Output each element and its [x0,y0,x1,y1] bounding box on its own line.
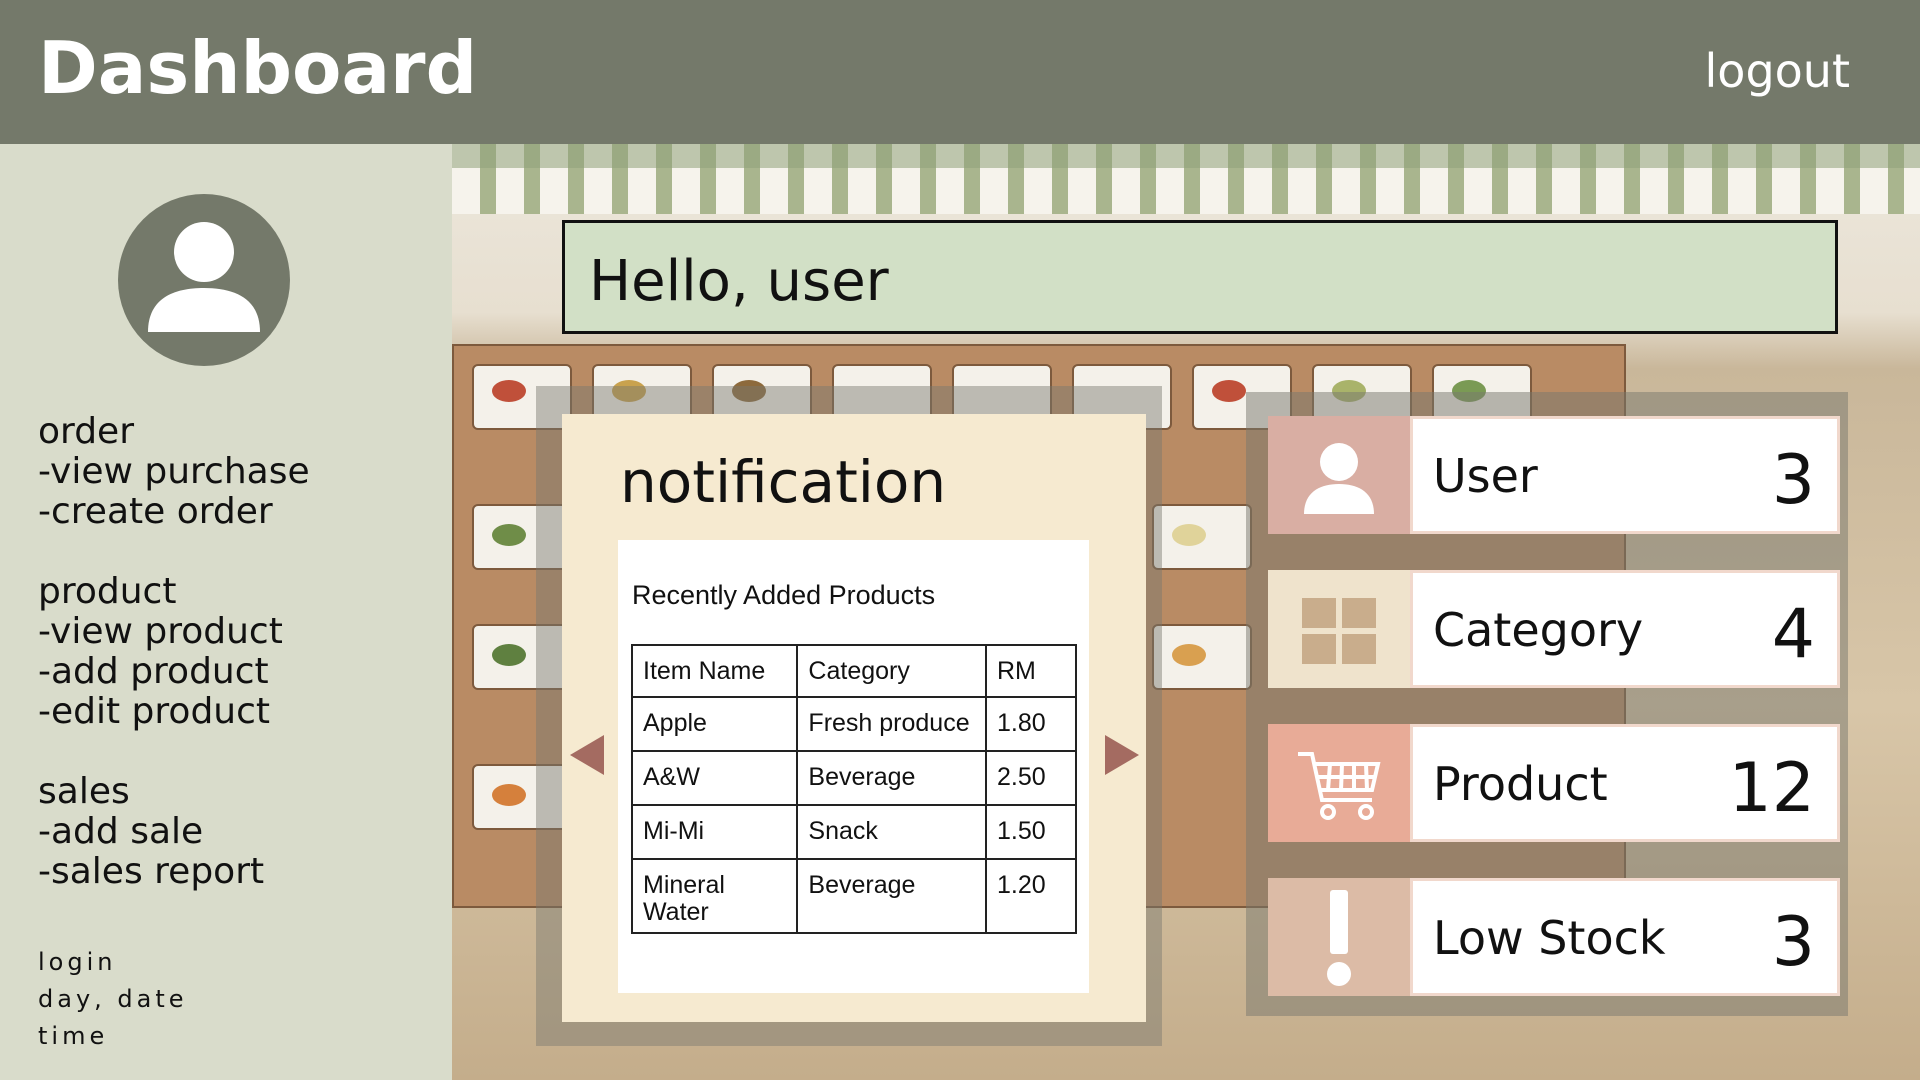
greeting-banner: Hello, user [562,220,1838,334]
produce-decoration [492,784,526,806]
stat-label: Category [1433,603,1644,657]
menu-group-sales: sales -add sale -sales report [38,772,264,892]
cart-icon [1268,724,1410,842]
column-header: RM [984,644,1078,698]
table-cell: 1.50 [984,804,1078,860]
produce-decoration [492,524,526,546]
menu-item-add-product[interactable]: -add product [38,652,283,692]
stat-count: 3 [1771,903,1815,982]
notification-title: notification [620,448,947,516]
menu-item-sales-report[interactable]: -sales report [38,852,264,892]
page-title: Dashboard [38,26,478,110]
produce-decoration [1172,524,1206,546]
table-cell: Beverage [796,750,987,806]
awning-shade [452,144,1920,168]
stat-low-stock[interactable]: Low Stock 3 [1268,878,1840,996]
table-row: A&W Beverage 2.50 [630,750,1078,806]
top-header: Dashboard logout [0,0,1920,144]
menu-item-view-purchase[interactable]: -view purchase [38,452,310,492]
table-row: Mi-Mi Snack 1.50 [630,804,1078,860]
menu-group-product: product -view product -add product -edit… [38,572,283,732]
table-cell: 2.50 [984,750,1078,806]
menu-title-product[interactable]: product [38,572,283,612]
menu-item-view-product[interactable]: -view product [38,612,283,652]
menu-group-order: order -view purchase -create order [38,412,310,532]
stat-product[interactable]: Product 12 [1268,724,1840,842]
previous-arrow-icon[interactable] [570,735,604,775]
stat-category-body: Category 4 [1410,570,1840,688]
stat-low-stock-body: Low Stock 3 [1410,878,1840,996]
table-header-row: Item Name Category RM [630,644,1078,698]
next-arrow-icon[interactable] [1105,735,1139,775]
user-icon [1268,416,1410,534]
logout-link[interactable]: logout [1705,44,1850,98]
stat-label: Low Stock [1433,911,1666,965]
table-cell: A&W [630,750,799,806]
produce-decoration [1172,644,1206,666]
stat-count: 4 [1771,595,1815,674]
time-text: time [38,1022,109,1050]
produce-decoration [492,644,526,666]
stat-user[interactable]: User 3 [1268,416,1840,534]
stat-user-body: User 3 [1410,416,1840,534]
table-row: Mineral Water Beverage 1.20 [630,858,1078,934]
produce-decoration [1212,380,1246,402]
table-cell: Mineral Water [630,858,799,934]
table-cell: Beverage [796,858,987,934]
table-cell: 1.80 [984,696,1078,752]
produce-decoration [492,380,526,402]
card-title: Recently Added Products [632,580,936,610]
menu-item-edit-product[interactable]: -edit product [38,692,283,732]
recent-products-card: Recently Added Products Item Name Catego… [618,540,1089,993]
menu-title-sales[interactable]: sales [38,772,264,812]
table-cell: Apple [630,696,799,752]
table-cell: 1.20 [984,858,1078,934]
column-header: Item Name [630,644,799,698]
menu-item-add-sale[interactable]: -add sale [38,812,264,852]
table-cell: Mi-Mi [630,804,799,860]
session-info: login day, date time [38,944,188,1055]
greeting-text: Hello, user [589,249,889,314]
exclamation-icon [1268,878,1410,996]
column-header: Category [796,644,987,698]
stat-label: User [1433,449,1538,503]
grid-icon [1268,570,1410,688]
sidebar: order -view purchase -create order produ… [0,144,452,1080]
table-cell: Fresh produce [796,696,987,752]
avatar-icon [118,194,290,366]
table-row: Apple Fresh produce 1.80 [630,696,1078,752]
table-cell: Snack [796,804,987,860]
stat-category[interactable]: Category 4 [1268,570,1840,688]
date-text: day, date [38,985,188,1013]
stat-count: 12 [1728,749,1815,828]
stat-count: 3 [1771,441,1815,520]
menu-title-order[interactable]: order [38,412,310,452]
menu-item-create-order[interactable]: -create order [38,492,310,532]
stat-product-body: Product 12 [1410,724,1840,842]
stat-label: Product [1433,757,1608,811]
recent-products-table: Item Name Category RM Apple Fresh produc… [630,644,1078,934]
login-text: login [38,948,117,976]
